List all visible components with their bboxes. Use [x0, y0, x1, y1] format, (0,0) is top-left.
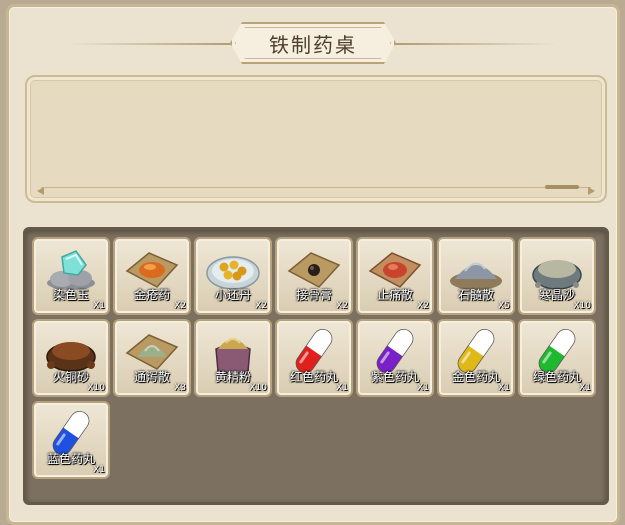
scrollbar-thumb[interactable]: [545, 185, 579, 189]
item-count-label: X3: [174, 383, 186, 393]
title-banner: 铁制药桌: [9, 15, 617, 71]
item-count-label: X1: [498, 383, 510, 393]
inventory-slot[interactable]: 绿色药丸 X1: [518, 319, 596, 397]
item-count-label: X2: [336, 301, 348, 311]
title-ornament-right: [387, 43, 557, 45]
inventory-slot[interactable]: 小还丹 X2: [194, 237, 272, 315]
item-count-label: X2: [417, 301, 429, 311]
item-count-label: X1: [336, 383, 348, 393]
inventory-slot[interactable]: 红色药丸 X1: [275, 319, 353, 397]
scroll-right-arrow-icon[interactable]: [588, 187, 595, 195]
description-scrollbar[interactable]: [41, 185, 591, 193]
inventory-slot[interactable]: 寒晶沙 X10: [518, 237, 596, 315]
inventory-slot[interactable]: 火铜砂 X10: [32, 319, 110, 397]
medicine-table-panel: 铁制药桌 染色玉 X1 金疮药 X2 小还丹 X2 接骨膏 X2 止痛散 X2 石髓散 X5 寒晶沙 X1…: [6, 4, 620, 525]
item-count-label: X2: [174, 301, 186, 311]
title-ornament-left: [69, 43, 239, 45]
inventory-grid-panel: 染色玉 X1 金疮药 X2 小还丹 X2 接骨膏 X2 止痛散 X2 石髓散 X5 寒晶沙 X10 火铜砂 X…: [23, 227, 609, 505]
item-count-label: X10: [573, 301, 591, 311]
inventory-slot[interactable]: 金色药丸 X1: [437, 319, 515, 397]
item-count-label: X1: [93, 301, 105, 311]
inventory-slot[interactable]: 石髓散 X5: [437, 237, 515, 315]
inventory-slot[interactable]: 蓝色药丸 X1: [32, 401, 110, 479]
inventory-slot[interactable]: 止痛散 X2: [356, 237, 434, 315]
inventory-slot[interactable]: 黄精粉 X10: [194, 319, 272, 397]
inventory-grid: 染色玉 X1 金疮药 X2 小还丹 X2 接骨膏 X2 止痛散 X2 石髓散 X5 寒晶沙 X10 火铜砂 X…: [32, 237, 596, 479]
item-count-label: X1: [417, 383, 429, 393]
item-count-label: X10: [249, 383, 267, 393]
page-title: 铁制药桌: [269, 32, 357, 57]
inventory-slot[interactable]: 染色玉 X1: [32, 237, 110, 315]
inventory-slot[interactable]: 紫色药丸 X1: [356, 319, 434, 397]
title-plate: 铁制药桌: [230, 22, 396, 64]
item-count-label: X1: [579, 383, 591, 393]
item-count-label: X10: [87, 383, 105, 393]
inventory-slot[interactable]: 通泻散 X3: [113, 319, 191, 397]
inventory-slot[interactable]: 接骨膏 X2: [275, 237, 353, 315]
inventory-slot[interactable]: 金疮药 X2: [113, 237, 191, 315]
item-count-label: X2: [255, 301, 267, 311]
item-count-label: X5: [498, 301, 510, 311]
item-description-box: [25, 75, 607, 203]
item-count-label: X1: [93, 465, 105, 475]
